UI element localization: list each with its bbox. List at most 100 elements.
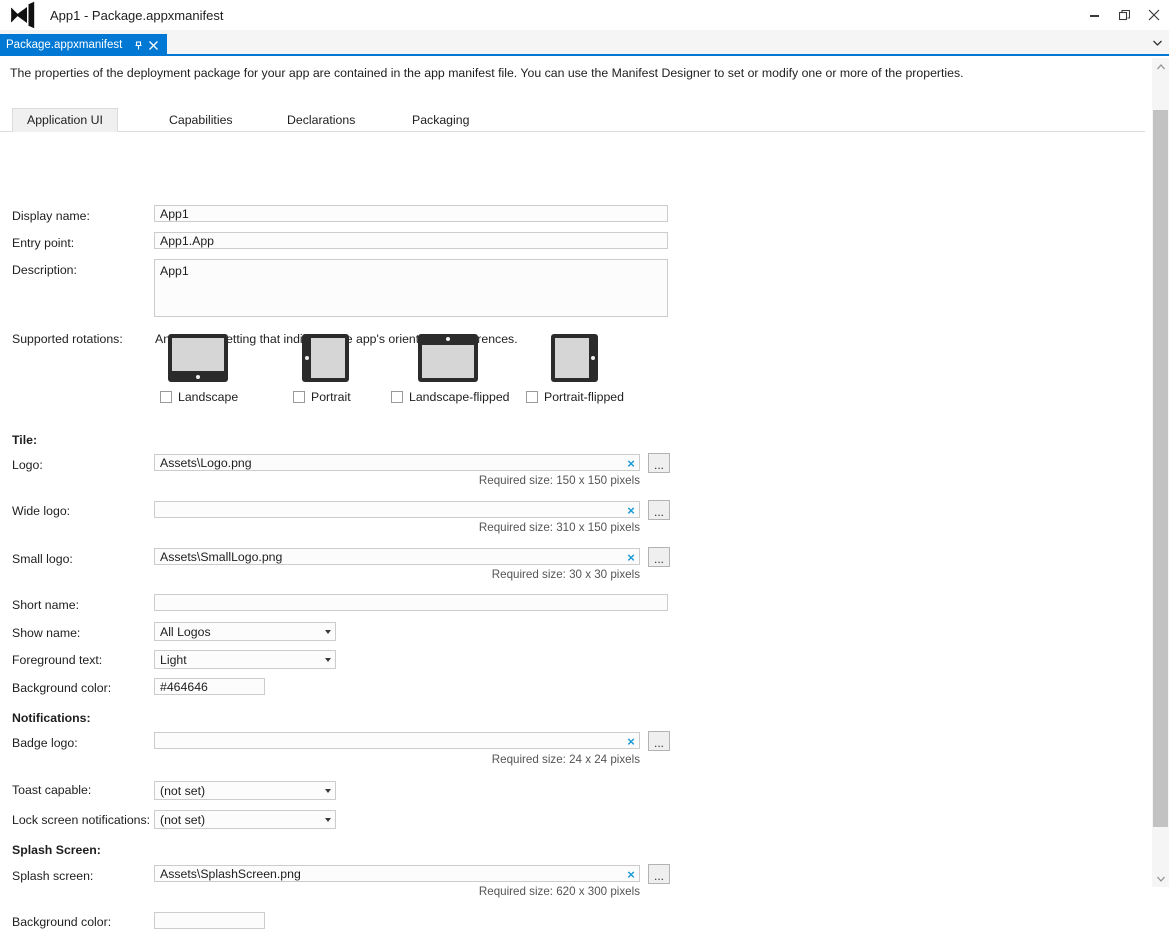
lock-screen-notifications-select[interactable]: (not set) [154, 810, 336, 829]
rotation-label: Portrait-flipped [544, 390, 624, 404]
clear-x-icon-logo[interactable]: × [624, 455, 638, 471]
minimize-button[interactable] [1079, 0, 1109, 30]
rotation-checkbox-landscape-flipped[interactable]: Landscape-flipped [391, 390, 510, 404]
description-input[interactable]: App1 [154, 259, 668, 317]
browse-button-badge-logo[interactable]: ... [648, 731, 670, 751]
wide-logo-size-hint: Required size: 310 x 150 pixels [478, 521, 640, 534]
clear-x-icon-splash-screen[interactable]: × [624, 866, 638, 882]
browse-button-logo[interactable]: ... [648, 453, 670, 473]
tablet-landscape-icon [155, 332, 245, 384]
tab-application-ui[interactable]: Application UI [12, 108, 118, 132]
notifications-section-heading: Notifications: [12, 711, 91, 725]
small-logo-size-hint: Required size: 30 x 30 pixels [491, 568, 640, 581]
chevron-down-icon [325, 657, 331, 662]
tile-background-color-input[interactable]: #464646 [154, 678, 265, 695]
short-name-input[interactable] [154, 594, 668, 611]
rotation-label: Portrait [311, 390, 351, 404]
badge-logo-label: Badge logo: [12, 736, 78, 750]
wide-logo-label: Wide logo: [12, 504, 71, 518]
logo-input[interactable]: Assets\Logo.png [154, 454, 640, 471]
rotation-checkbox-portrait[interactable]: Portrait [293, 390, 351, 404]
logo-label: Logo: [12, 458, 43, 472]
show-name-label: Show name: [12, 626, 81, 640]
checkbox-box[interactable] [293, 391, 305, 403]
browse-button-wide-logo[interactable]: ... [648, 500, 670, 520]
scroll-thumb[interactable] [1153, 110, 1168, 827]
checkbox-box[interactable] [526, 391, 538, 403]
scroll-up-arrow-icon[interactable] [1152, 58, 1169, 75]
chevron-down-icon [325, 817, 331, 822]
chevron-down-icon [325, 629, 331, 634]
rotation-option-landscape[interactable]: Landscape [155, 332, 245, 404]
tab-declarations[interactable]: Declarations [273, 108, 369, 132]
rotation-label: Landscape [178, 390, 239, 404]
description-label: Description: [12, 263, 77, 277]
tab-packaging[interactable]: Packaging [398, 108, 483, 132]
checkbox-box[interactable] [160, 391, 172, 403]
tab-label: Capabilities [169, 113, 233, 127]
foreground-text-select[interactable]: Light [154, 650, 336, 669]
pin-icon[interactable] [132, 39, 145, 52]
browse-button-splash-screen[interactable]: ... [648, 864, 670, 884]
supported-rotations-label: Supported rotations: [12, 332, 123, 346]
clear-x-icon-small-logo[interactable]: × [624, 549, 638, 565]
window-title: App1 - Package.appxmanifest [50, 7, 224, 23]
browse-button-small-logo[interactable]: ... [648, 547, 670, 567]
close-button[interactable] [1139, 0, 1169, 30]
show-name-select[interactable]: All Logos [154, 622, 336, 641]
document-tab-label: Package.appxmanifest [6, 39, 123, 51]
vertical-scrollbar[interactable] [1152, 58, 1169, 887]
short-name-label: Short name: [12, 598, 79, 612]
display-name-input[interactable]: App1 [154, 205, 668, 222]
small-logo-input[interactable]: Assets\SmallLogo.png [154, 548, 640, 565]
manifest-designer-content: The properties of the deployment package… [0, 58, 1169, 929]
restore-button[interactable] [1109, 0, 1139, 30]
badge-logo-input[interactable] [154, 732, 640, 749]
tab-label: Application UI [27, 113, 103, 127]
toast-capable-select[interactable]: (not set) [154, 781, 336, 800]
tab-label: Declarations [287, 113, 356, 127]
rotation-option-landscape-flipped[interactable]: Landscape-flipped [386, 332, 510, 404]
document-tab-strip: Package.appxmanifest [0, 30, 1169, 56]
rotation-checkbox-landscape[interactable]: Landscape [160, 390, 238, 404]
lock-screen-notifications-value: (not set) [160, 812, 206, 827]
clear-x-icon-wide-logo[interactable]: × [624, 502, 638, 518]
foreground-text-value: Light [160, 652, 187, 667]
splash-screen-section-heading: Splash Screen: [12, 843, 101, 857]
tab-label: Packaging [412, 113, 470, 127]
splash-background-color-label: Background color: [12, 915, 112, 929]
badge-logo-size-hint: Required size: 24 x 24 pixels [491, 753, 640, 766]
toast-capable-value: (not set) [160, 783, 206, 798]
tablet-landscape-flipped-icon [386, 332, 506, 384]
wide-logo-input[interactable] [154, 501, 640, 518]
rotation-label: Landscape-flipped [409, 390, 510, 404]
tab-capabilities[interactable]: Capabilities [155, 108, 247, 132]
tile-section-heading: Tile: [12, 433, 38, 447]
show-name-value: All Logos [160, 624, 211, 639]
splash-background-color-input[interactable] [154, 912, 265, 929]
rotation-option-portrait[interactable]: Portrait [288, 332, 368, 404]
title-bar: App1 - Package.appxmanifest [0, 0, 1169, 30]
checkbox-box[interactable] [391, 391, 403, 403]
foreground-text-label: Foreground text: [12, 653, 103, 667]
display-name-label: Display name: [12, 209, 90, 223]
visual-studio-logo-icon [8, 1, 38, 29]
logo-size-hint: Required size: 150 x 150 pixels [478, 474, 640, 487]
clear-x-icon-badge-logo[interactable]: × [624, 733, 638, 749]
toast-capable-label: Toast capable: [12, 783, 92, 797]
rotation-checkbox-portrait-flipped[interactable]: Portrait-flipped [526, 390, 624, 404]
rotation-option-portrait-flipped[interactable]: Portrait-flipped [521, 332, 631, 404]
designer-tab-bar: Application UI Capabilities Declarations… [0, 108, 1145, 132]
splash-screen-input[interactable]: Assets\SplashScreen.png [154, 865, 640, 882]
window-controls [1079, 0, 1169, 30]
chevron-down-icon[interactable] [1149, 34, 1165, 52]
close-icon[interactable] [147, 39, 160, 52]
chevron-down-icon [325, 788, 331, 793]
scroll-down-arrow-icon[interactable] [1152, 870, 1169, 887]
tablet-portrait-flipped-icon [521, 332, 631, 384]
intro-description: The properties of the deployment package… [10, 66, 964, 80]
tile-background-color-label: Background color: [12, 681, 112, 695]
entry-point-input[interactable]: App1.App [154, 232, 668, 249]
lock-screen-notifications-label: Lock screen notifications: [12, 813, 151, 827]
document-tab-package-appxmanifest[interactable]: Package.appxmanifest [0, 34, 168, 56]
